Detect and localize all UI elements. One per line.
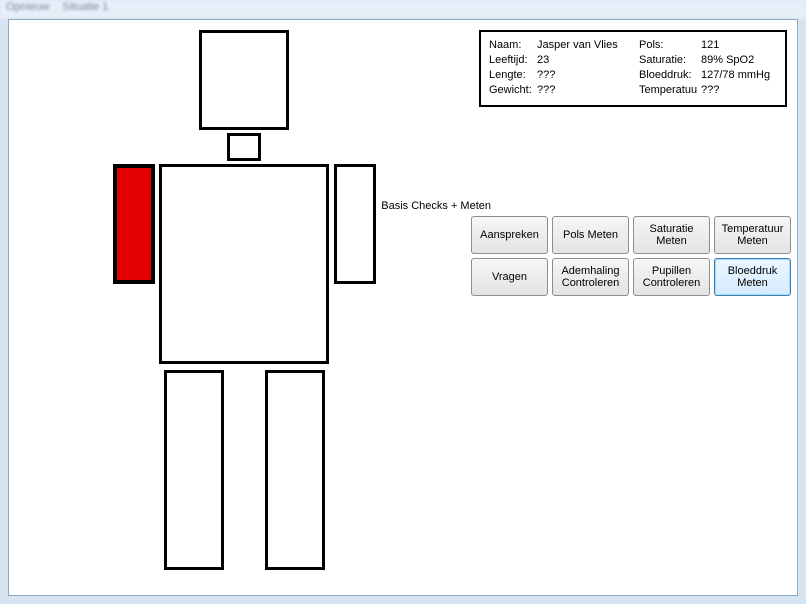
section-title: Basis Checks + Meten bbox=[381, 200, 491, 212]
btn-ademhaling-controleren[interactable]: Ademhaling Controleren bbox=[552, 258, 629, 296]
main-window: Naam: Jasper van Vlies Pols: 121 Leeftij… bbox=[8, 19, 798, 596]
body-head[interactable] bbox=[199, 30, 289, 130]
btn-bloeddruk-meten[interactable]: Bloeddruk Meten bbox=[714, 258, 791, 296]
body-figure bbox=[69, 30, 389, 590]
label-weight: Gewicht: bbox=[489, 83, 535, 97]
body-arm-right[interactable] bbox=[334, 164, 376, 284]
label-age: Leeftijd: bbox=[489, 53, 535, 67]
value-bp: 127/78 mmHg bbox=[701, 68, 777, 82]
label-saturation: Saturatie: bbox=[639, 53, 699, 67]
value-height: ??? bbox=[537, 68, 637, 82]
value-age: 23 bbox=[537, 53, 637, 67]
action-buttons: Aanspreken Pols Meten Saturatie Meten Te… bbox=[471, 216, 787, 296]
value-pulse: 121 bbox=[701, 38, 777, 52]
label-name: Naam: bbox=[489, 38, 535, 52]
patient-info-panel: Naam: Jasper van Vlies Pols: 121 Leeftij… bbox=[479, 30, 787, 107]
label-temp: Temperatuur: bbox=[639, 83, 697, 97]
value-saturation: 89% SpO2 bbox=[701, 53, 777, 67]
body-neck[interactable] bbox=[227, 133, 261, 161]
body-torso[interactable] bbox=[159, 164, 329, 364]
body-leg-left[interactable] bbox=[164, 370, 224, 570]
btn-aanspreken[interactable]: Aanspreken bbox=[471, 216, 548, 254]
label-bp: Bloeddruk: bbox=[639, 68, 699, 82]
value-name: Jasper van Vlies bbox=[537, 38, 637, 52]
btn-temperatuur-meten[interactable]: Temperatuur Meten bbox=[714, 216, 791, 254]
value-temp: ??? bbox=[701, 83, 777, 97]
label-height: Lengte: bbox=[489, 68, 535, 82]
menubar[interactable]: Opnieuw Situatie 1 bbox=[0, 0, 806, 19]
btn-pupillen-controleren[interactable]: Pupillen Controleren bbox=[633, 258, 710, 296]
menu-item-2[interactable]: Situatie 1 bbox=[62, 1, 108, 13]
label-pulse: Pols: bbox=[639, 38, 699, 52]
btn-vragen[interactable]: Vragen bbox=[471, 258, 548, 296]
value-weight: ??? bbox=[537, 83, 637, 97]
menu-item-1[interactable]: Opnieuw bbox=[6, 1, 49, 13]
btn-pols-meten[interactable]: Pols Meten bbox=[552, 216, 629, 254]
btn-saturatie-meten[interactable]: Saturatie Meten bbox=[633, 216, 710, 254]
body-leg-right[interactable] bbox=[265, 370, 325, 570]
body-arm-left[interactable] bbox=[113, 164, 155, 284]
